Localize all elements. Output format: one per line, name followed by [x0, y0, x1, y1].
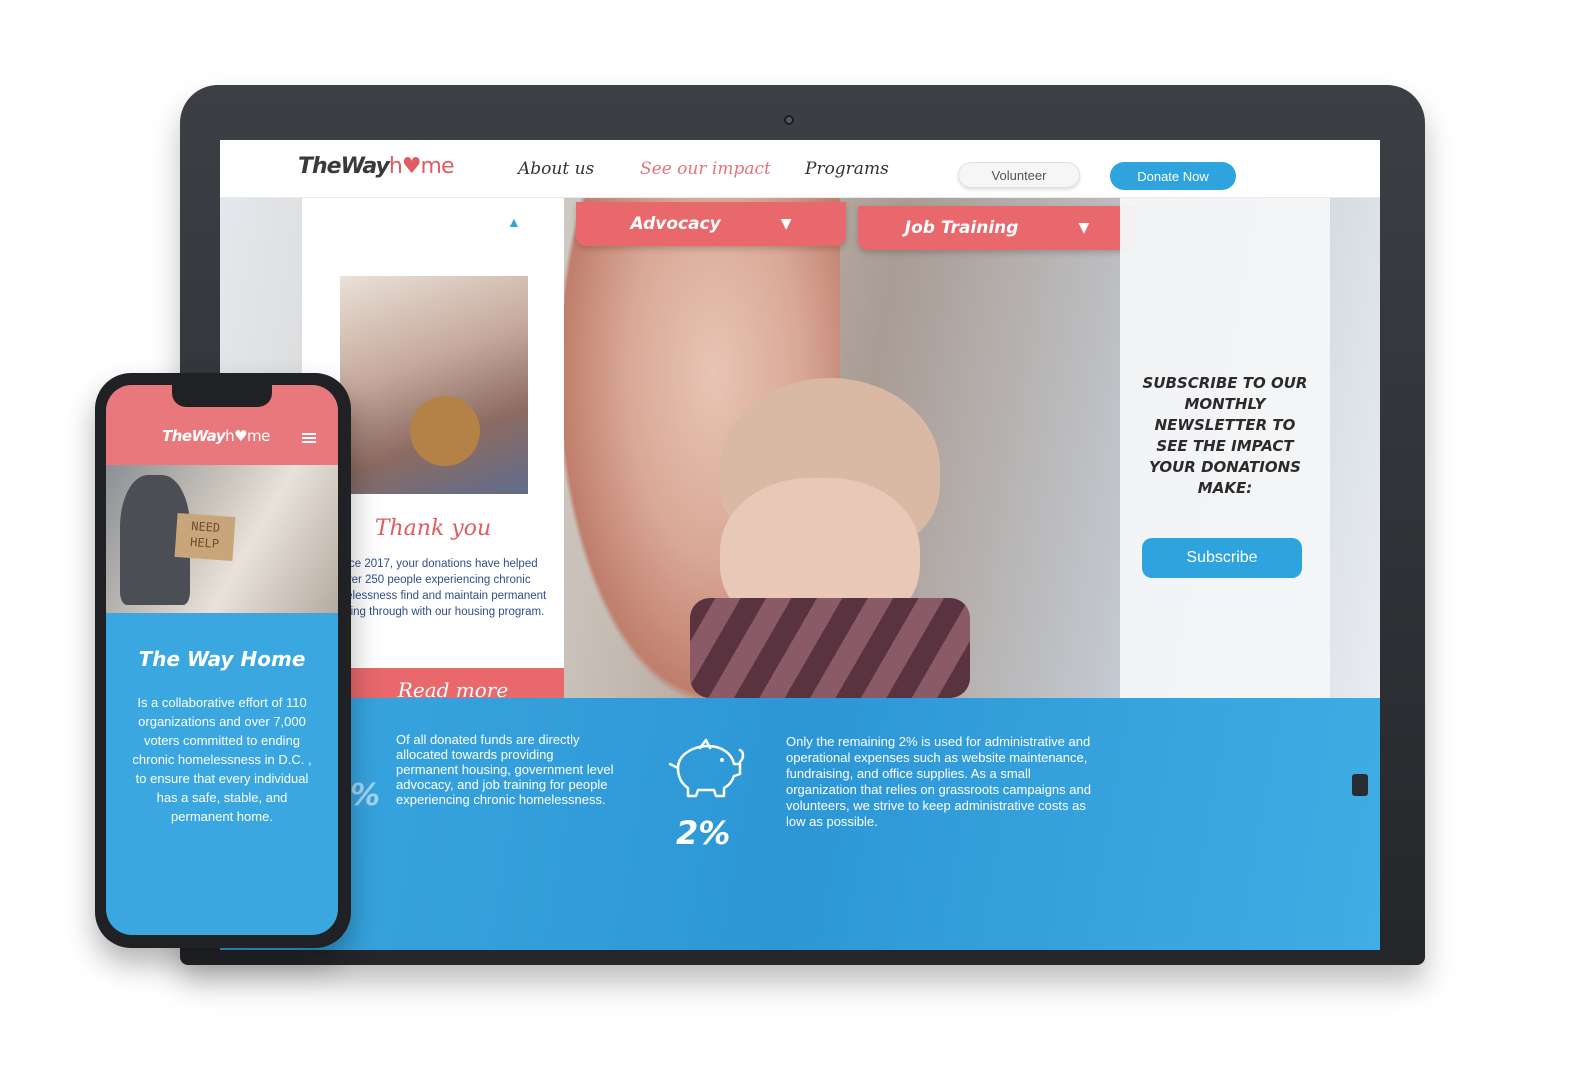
- phone-screen: TheWayh♥me NEED HELP The Way Home Is a c…: [106, 385, 338, 935]
- nav-see-our-impact[interactable]: See our impact: [640, 159, 771, 179]
- caret-down-icon: ▼: [1078, 220, 1090, 236]
- admin-expenses-text: Only the remaining 2% is used for admini…: [786, 734, 1091, 829]
- funds-stats-section: % Of all donated funds are directly allo…: [220, 698, 1380, 950]
- phone-title: The Way Home: [138, 647, 306, 671]
- logo-text: TheWay: [298, 154, 390, 179]
- phone-body: Is a collaborative effort of 110 organiz…: [132, 695, 312, 824]
- two-percent: 2%: [676, 814, 731, 852]
- laptop-screen: TheWayh♥me About us See our impact Progr…: [220, 140, 1380, 950]
- left-percent: %: [350, 778, 381, 813]
- phone-notch: [172, 385, 272, 407]
- subscribe-button[interactable]: Subscribe: [1142, 538, 1302, 578]
- family-photo: [340, 276, 528, 494]
- phone-logo-text: TheWay: [162, 427, 226, 445]
- nav-programs[interactable]: Programs: [805, 159, 889, 179]
- need-help-sign: NEED HELP: [174, 513, 236, 561]
- thank-you-body: Since 2017, your donations have helped o…: [323, 558, 547, 618]
- webcam-icon: [784, 115, 794, 125]
- striped-scarf: [690, 598, 970, 698]
- top-navigation: TheWayh♥me About us See our impact Progr…: [220, 140, 1380, 198]
- newsletter-text: SUBSCRIBE TO OUR MONTHLY NEWSLETTER TO S…: [1142, 374, 1308, 497]
- phone-logo[interactable]: TheWayh♥me: [162, 427, 270, 445]
- nav-about-us[interactable]: About us: [518, 159, 594, 179]
- caret-up-icon[interactable]: ▲: [507, 214, 521, 230]
- phone-logo-home-text: h♥me: [225, 427, 270, 445]
- volunteer-button[interactable]: Volunteer: [958, 162, 1080, 188]
- caret-down-icon: ▼: [780, 216, 792, 232]
- site-logo[interactable]: TheWayh♥me: [298, 154, 455, 179]
- job-training-label: Job Training: [904, 218, 1019, 238]
- teddy-bear: [410, 396, 480, 466]
- homeless-person-photo: NEED HELP: [106, 465, 338, 613]
- donated-funds-text: Of all donated funds are directly alloca…: [396, 732, 614, 807]
- laptop-mockup: TheWayh♥me About us See our impact Progr…: [180, 85, 1425, 965]
- advocacy-label: Advocacy: [630, 214, 721, 234]
- donate-now-button[interactable]: Donate Now: [1110, 162, 1236, 190]
- logo-home-text: h♥me: [388, 154, 455, 179]
- hamburger-icon[interactable]: [302, 433, 316, 443]
- laptop-side-button: [1352, 774, 1368, 796]
- newsletter-panel: SUBSCRIBE TO OUR MONTHLY NEWSLETTER TO S…: [1120, 198, 1330, 718]
- advocacy-dropdown[interactable]: Advocacy ▼: [576, 202, 846, 246]
- job-training-dropdown[interactable]: Job Training ▼: [858, 206, 1136, 250]
- piggy-bank-icon: [668, 738, 745, 798]
- phone-mockup: TheWayh♥me NEED HELP The Way Home Is a c…: [95, 373, 351, 948]
